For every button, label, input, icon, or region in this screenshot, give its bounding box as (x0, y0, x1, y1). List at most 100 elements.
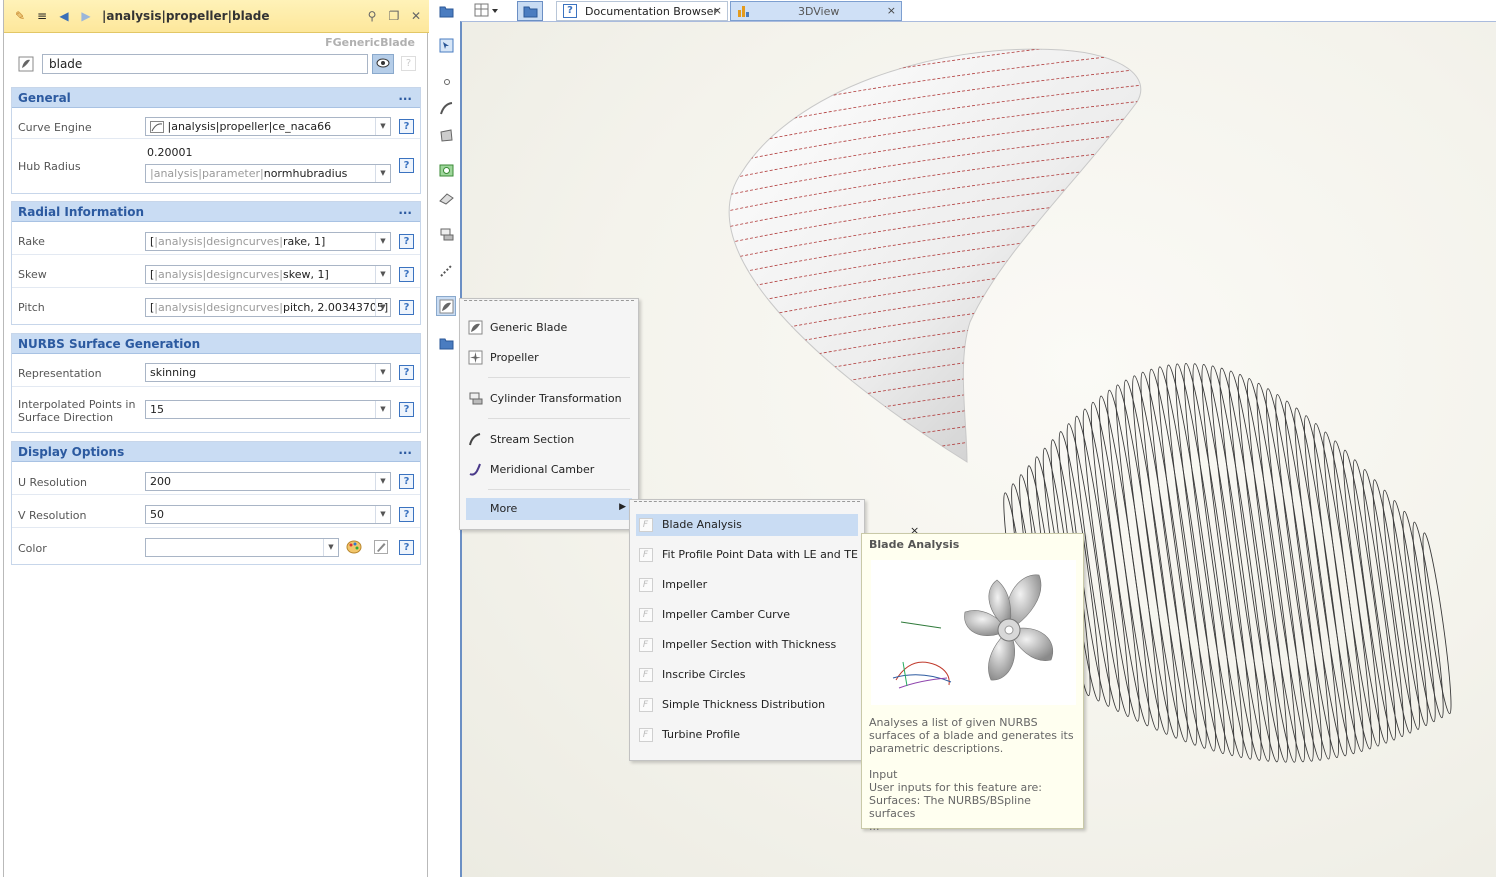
menu-item-meridional-camber[interactable]: Meridional Camber (466, 459, 632, 481)
feature-context-menu: Generic Blade Propeller Cylinder Transfo… (459, 298, 639, 530)
surface-icon[interactable] (438, 127, 455, 144)
select-icon[interactable] (438, 37, 455, 54)
representation-combo[interactable]: skinning ▼ (145, 363, 391, 382)
feature-toolbar (433, 0, 460, 877)
close-icon[interactable]: ✕ (408, 8, 424, 24)
submenu-item[interactable]: F Simple Thickness Distribution (636, 694, 858, 716)
help-button[interactable]: ? (399, 402, 414, 417)
help-button[interactable]: ? (399, 158, 414, 173)
input-line: User inputs for this feature are: (869, 781, 1042, 794)
section-more-button[interactable]: ... (398, 203, 412, 217)
chevron-down-icon[interactable]: ▼ (375, 506, 390, 523)
section-header-general[interactable]: General ... (12, 88, 420, 108)
palette-icon[interactable] (346, 540, 362, 557)
interpolated-points-combo[interactable]: 15 ▼ (145, 400, 391, 419)
chevron-down-icon[interactable]: ▼ (375, 165, 390, 182)
property-row-v-resolution: V Resolution 50 ▼ ? (12, 495, 420, 528)
menu-tear-off[interactable] (634, 501, 860, 502)
submenu-item-label: Inscribe Circles (662, 668, 746, 681)
chevron-down-icon[interactable]: ▼ (375, 266, 390, 283)
submenu-item[interactable]: F Blade Analysis (636, 514, 858, 536)
menu-tear-off[interactable] (464, 300, 634, 301)
propeller-icon (468, 350, 483, 365)
help-button[interactable]: ? (399, 540, 414, 555)
search-icon[interactable]: ⚲ (364, 8, 380, 24)
dotted-line-icon[interactable] (438, 262, 455, 279)
property-label: Curve Engine (18, 121, 92, 134)
v-resolution-combo[interactable]: 50 ▼ (145, 505, 391, 524)
pin-icon[interactable]: ✎ (12, 8, 28, 24)
submenu-item[interactable]: F Impeller Camber Curve (636, 604, 858, 626)
tab-documentation-browser[interactable]: ? Documentation Browser × (556, 1, 728, 21)
expression-path: |analysis|designcurves| (154, 301, 283, 314)
section-more-button[interactable]: ... (398, 89, 412, 103)
help-button[interactable]: ? (399, 119, 414, 134)
help-button[interactable]: ? (399, 300, 414, 315)
submenu-item[interactable]: F Turbine Profile (636, 724, 858, 746)
chevron-down-icon[interactable]: ▼ (375, 473, 390, 490)
tooltip-title: Blade Analysis (869, 538, 960, 551)
forward-arrow-icon[interactable]: ▶ (78, 8, 94, 24)
section-radial-information: Radial Information ... Rake [|analysis|d… (11, 201, 421, 325)
hub-radius-expression-combo[interactable]: |analysis|parameter|normhubradius ▼ (145, 164, 391, 183)
curve-engine-combo[interactable]: |analysis|propeller|ce_naca66 ▼ (145, 117, 391, 136)
menu-item-more[interactable]: More ▶ (466, 498, 632, 520)
help-button[interactable]: ? (399, 365, 414, 380)
menu-item-generic-blade[interactable]: Generic Blade (466, 317, 632, 339)
submenu-item[interactable]: F Impeller Section with Thickness (636, 634, 858, 656)
meridional-camber-icon (468, 462, 483, 477)
visibility-toggle-button[interactable] (372, 54, 394, 74)
plane-icon[interactable] (438, 190, 455, 207)
curve-icon[interactable] (438, 100, 455, 117)
chevron-down-icon[interactable]: ▼ (375, 299, 390, 316)
restore-icon[interactable]: ❐ (386, 8, 402, 24)
point-icon[interactable] (438, 73, 455, 90)
property-row-skew: Skew [|analysis|designcurves|skew, 1] ▼ … (12, 255, 420, 288)
submenu-item[interactable]: F Fit Profile Point Data with LE and TE (636, 544, 858, 566)
chevron-down-icon[interactable]: ▼ (323, 539, 338, 556)
tab-3dview[interactable]: 3DView × (730, 1, 902, 21)
help-button[interactable]: ? (399, 234, 414, 249)
help-button[interactable]: ? (399, 507, 414, 522)
section-header-nurbs[interactable]: NURBS Surface Generation (12, 334, 420, 354)
tooltip-description: Analyses a list of given NURBS surfaces … (869, 716, 1074, 755)
hub-radius-value: 0.20001 (147, 146, 193, 159)
help-button[interactable]: ? (399, 474, 414, 489)
section-header-display[interactable]: Display Options ... (12, 442, 420, 462)
blade-icon[interactable] (436, 296, 456, 316)
help-button[interactable]: ? (399, 267, 414, 282)
chevron-down-icon[interactable]: ▼ (375, 233, 390, 250)
u-resolution-combo[interactable]: 200 ▼ (145, 472, 391, 491)
submenu-item[interactable]: F Impeller (636, 574, 858, 596)
list-icon[interactable]: ≡ (34, 8, 50, 24)
menu-item-cylinder-transformation[interactable]: Cylinder Transformation (466, 388, 632, 410)
skew-combo[interactable]: [|analysis|designcurves|skew, 1] ▼ (145, 265, 391, 284)
menu-item-stream-section[interactable]: Stream Section (466, 429, 632, 451)
layout-icon[interactable] (474, 3, 500, 21)
pitch-combo[interactable]: [|analysis|designcurves|pitch, 2.0034370… (145, 298, 391, 317)
object-name-field[interactable]: blade (42, 54, 368, 74)
property-row-color: Color ▼ ? (12, 528, 420, 561)
chevron-down-icon[interactable]: ▼ (375, 364, 390, 381)
name-help-button[interactable]: ? (401, 56, 416, 71)
section-more-button[interactable]: ... (398, 443, 412, 457)
folder-icon[interactable] (438, 3, 455, 20)
submenu-item[interactable]: F Inscribe Circles (636, 664, 858, 686)
back-arrow-icon[interactable]: ◀ (56, 8, 72, 24)
expression-path: |analysis|designcurves| (154, 268, 283, 281)
chevron-down-icon[interactable]: ▼ (375, 118, 390, 135)
cylinder-transform-icon[interactable] (438, 226, 455, 243)
blade-icon (468, 320, 483, 335)
feature-icon: F (638, 697, 653, 712)
rake-combo[interactable]: [|analysis|designcurves|rake, 1] ▼ (145, 232, 391, 251)
close-icon[interactable]: × (887, 4, 896, 17)
folder-icon[interactable] (438, 335, 455, 352)
section-header-radial[interactable]: Radial Information ... (12, 202, 420, 222)
green-surface-icon[interactable] (438, 162, 455, 179)
chevron-down-icon[interactable]: ▼ (375, 401, 390, 418)
edit-color-icon[interactable] (374, 540, 388, 557)
color-combo[interactable]: ▼ (145, 538, 339, 557)
menu-item-propeller[interactable]: Propeller (466, 347, 632, 369)
close-icon[interactable]: × (713, 4, 722, 17)
folder-tab-icon[interactable] (517, 1, 543, 21)
